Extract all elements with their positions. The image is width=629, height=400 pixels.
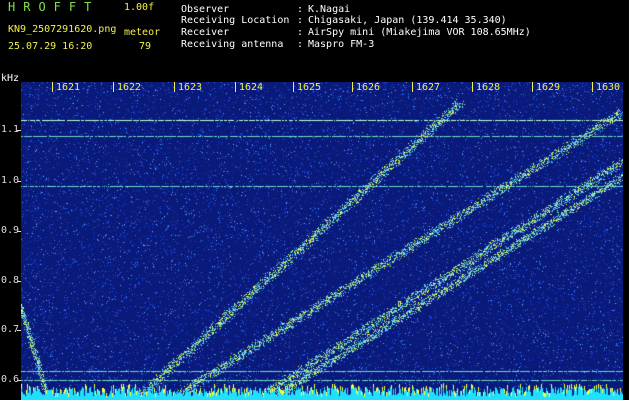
- x-tick-mark: [235, 82, 236, 92]
- y-tick-mark: [17, 380, 21, 381]
- filename-label: KN9_2507291620.png: [8, 24, 117, 35]
- y-axis-unit: kHz: [1, 73, 20, 84]
- antenna-value: Maspro FM-3: [308, 39, 375, 50]
- x-tick-label: 1629: [536, 82, 561, 93]
- location-value: Chigasaki, Japan (139.414 35.340): [308, 15, 507, 26]
- receiver-label: Receiver: [181, 27, 230, 38]
- x-tick-mark: [352, 82, 353, 92]
- header-panel: HROFFT 1.00f KN9_2507291620.png meteor 2…: [0, 0, 629, 82]
- x-tick-mark: [472, 82, 473, 92]
- meteor-count: 79: [139, 41, 152, 52]
- y-tick-mark: [17, 130, 21, 131]
- antenna-label: Receiving antenna: [181, 39, 284, 50]
- x-tick-label: 1627: [416, 82, 441, 93]
- y-tick-mark: [17, 281, 21, 282]
- meteor-label: meteor: [124, 27, 161, 38]
- timestamp-label: 25.07.29 16:20: [8, 41, 93, 52]
- x-tick-label: 1623: [178, 82, 203, 93]
- spectrogram-canvas: [21, 82, 623, 400]
- location-label: Receiving Location: [181, 15, 290, 26]
- x-tick-label: 1624: [239, 82, 264, 93]
- antenna-colon: :: [297, 39, 304, 50]
- x-tick-mark: [592, 82, 593, 92]
- y-tick-mark: [17, 231, 21, 232]
- x-tick-mark: [52, 82, 53, 92]
- x-tick-mark: [113, 82, 114, 92]
- x-tick-label: 1625: [297, 82, 322, 93]
- y-tick-mark: [17, 330, 21, 331]
- x-tick-mark: [412, 82, 413, 92]
- receiver-colon: :: [297, 27, 304, 38]
- x-tick-mark: [532, 82, 533, 92]
- x-tick-label: 1622: [117, 82, 142, 93]
- x-tick-label: 1628: [476, 82, 501, 93]
- x-tick-label: 1630: [596, 82, 621, 93]
- x-tick-label: 1621: [56, 82, 81, 93]
- location-colon: :: [297, 15, 304, 26]
- app-title: HROFFT: [8, 0, 100, 14]
- x-tick-label: 1626: [356, 82, 381, 93]
- x-tick-mark: [293, 82, 294, 92]
- x-tick-mark: [174, 82, 175, 92]
- y-tick-mark: [17, 181, 21, 182]
- receiver-value: AirSpy mini (Miakejima VOR 108.65MHz): [308, 27, 531, 38]
- version-label: 1.00f: [124, 2, 155, 13]
